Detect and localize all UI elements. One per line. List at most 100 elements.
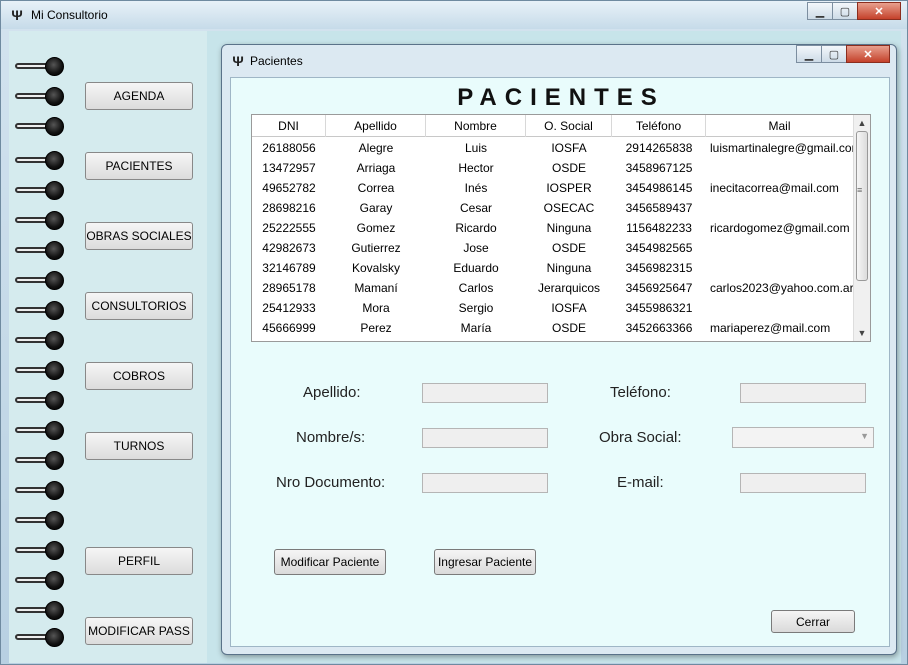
telefono-label: Teléfono: [610,384,671,401]
column-header-dni[interactable]: DNI [252,115,326,137]
documento-field[interactable] [422,473,548,493]
cell-nombre: Hector [458,161,494,175]
cell-nombre: María [460,321,492,335]
close-window-button[interactable]: ✕ [857,2,901,20]
cell-dni: 42982673 [262,241,316,255]
cell-mail [706,298,854,318]
cell-obra-social: OSDE [551,241,586,255]
minimize-button[interactable]: ▁ [796,45,822,63]
table-row[interactable]: 26188056 Alegre Luis IOSFA 2914265838 lu… [252,138,854,158]
binder-ring-icon [15,330,65,350]
cell-apellido: Mamaní [354,281,398,295]
pacientes-window-controls: ▁ ▢ ✕ [796,45,890,63]
close-icon: ✕ [874,5,884,18]
cell-apellido: Correa [357,181,395,195]
table-row[interactable]: 28698216 Garay Cesar OSECAC 3456589437 [252,198,854,218]
binder-ring-icon [15,420,65,440]
modificar-paciente-button[interactable]: Modificar Paciente [274,549,386,575]
cell-telefono: 3456925647 [625,281,693,295]
table-row[interactable]: 32146789 Kovalsky Eduardo Ninguna 345698… [252,258,854,278]
column-header-obra-social[interactable]: O. Social [526,115,612,137]
cell-mail [706,158,854,178]
apellido-label: Apellido: [303,384,361,401]
binder-ring-icon [15,270,65,290]
agenda-button[interactable]: AGENDA [85,82,193,110]
column-header-mail[interactable]: Mail [706,115,854,137]
modificar-pass-button[interactable]: MODIFICAR PASS [85,617,193,645]
maximize-button[interactable]: ▢ [821,45,847,63]
main-titlebar[interactable]: Ψ Mi Consultorio ▁ ▢ ✕ [1,1,907,29]
cell-dni: 32146789 [262,261,316,275]
cobros-button[interactable]: COBROS [85,362,193,390]
cell-apellido: Alegre [358,141,394,155]
binder-ring-icon [15,570,65,590]
telefono-field[interactable] [740,383,866,403]
scroll-up-icon[interactable]: ▲ [854,115,870,131]
window-controls: ▁ ▢ ✕ [807,2,901,20]
table-row[interactable]: 25222555 Gomez Ricardo Ninguna 115648223… [252,218,854,238]
cell-mail [706,238,854,258]
scroll-down-icon[interactable]: ▼ [854,325,870,341]
table-row[interactable]: 49652782 Correa Inés IOSPER 3454986145 i… [252,178,854,198]
binder-ring-icon [15,390,65,410]
cell-apellido: Arriaga [356,161,396,175]
apellido-field[interactable] [422,383,548,403]
binder-ring-icon [15,180,65,200]
cell-telefono: 3455986321 [625,301,693,315]
cell-obra-social: Ninguna [546,261,592,275]
table-body: 26188056 Alegre Luis IOSFA 2914265838 lu… [252,138,854,338]
minimize-icon: ▁ [815,5,825,18]
cell-apellido: Gomez [356,221,396,235]
table-row[interactable]: 28965178 Mamaní Carlos Jerarquicos 34569… [252,278,854,298]
page-title: PACIENTES [457,84,665,111]
cell-dni: 49652782 [262,181,316,195]
column-header-telefono[interactable]: Teléfono [612,115,706,137]
obra-social-label: Obra Social: [599,429,682,446]
perfil-button[interactable]: PERFIL [85,547,193,575]
nombres-field[interactable] [422,428,548,448]
pacientes-button[interactable]: PACIENTES [85,152,193,180]
maximize-icon: ▢ [839,5,851,18]
cell-nombre: Sergio [458,301,494,315]
obra-social-select[interactable]: ▼ [732,427,874,448]
cell-mail [706,198,854,218]
nombres-label: Nombre/s: [296,429,366,446]
binder-ring-icon [15,210,65,230]
binder-ring-icon [15,627,65,647]
patients-table[interactable]: DNI Apellido Nombre O. Social Teléfono M… [251,114,871,342]
maximize-button[interactable]: ▢ [832,2,858,20]
consultorios-button[interactable]: CONSULTORIOS [85,292,193,320]
scrollbar-thumb[interactable] [856,131,868,281]
cerrar-button[interactable]: Cerrar [771,610,855,633]
binder-ring-icon [15,480,65,500]
binder-ring-icon [15,56,65,76]
cell-mail: mariaperez@mail.com [710,321,831,335]
turnos-button[interactable]: TURNOS [85,432,193,460]
table-row[interactable]: 25412933 Mora Sergio IOSFA 3455986321 [252,298,854,318]
minimize-button[interactable]: ▁ [807,2,833,20]
email-field[interactable] [740,473,866,493]
binder-ring-icon [15,86,65,106]
cell-obra-social: OSDE [551,161,586,175]
cell-apellido: Mora [362,301,390,315]
table-row[interactable]: 42982673 Gutierrez Jose OSDE 3454982565 [252,238,854,258]
cell-mail: carlos2023@yahoo.com.ar [710,281,854,295]
close-dialog-button[interactable]: ✕ [846,45,890,63]
binder-ring-icon [15,510,65,530]
table-scrollbar[interactable]: ▲ ≡ ▼ [853,115,870,341]
binder-ring-icon [15,116,65,136]
column-header-apellido[interactable]: Apellido [326,115,426,137]
cell-obra-social: IOSFA [551,301,587,315]
table-row[interactable]: 13472957 Arriaga Hector OSDE 3458967125 [252,158,854,178]
cell-mail: inecitacorrea@mail.com [710,181,839,195]
table-row[interactable]: 45666999 Perez María OSDE 3452663366 mar… [252,318,854,338]
obras-sociales-button[interactable]: OBRAS SOCIALES [85,222,193,250]
ingresar-paciente-button[interactable]: Ingresar Paciente [434,549,536,575]
minimize-icon: ▁ [804,48,814,61]
cell-apellido: Perez [360,321,392,335]
cell-nombre: Eduardo [453,261,499,275]
maximize-icon: ▢ [828,48,840,61]
close-icon: ✕ [863,48,873,61]
binder-ring-icon [15,360,65,380]
column-header-nombre[interactable]: Nombre [426,115,526,137]
